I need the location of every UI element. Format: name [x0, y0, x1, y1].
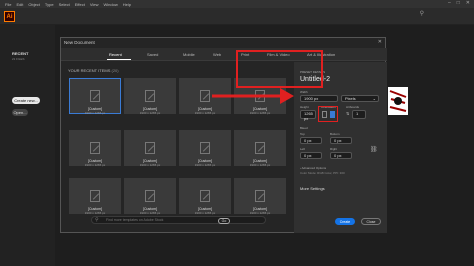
top-label: Top: [300, 132, 305, 136]
search-icon[interactable]: ⚲: [420, 10, 424, 17]
chevron-down-icon: ⌄: [372, 96, 376, 101]
minimize-icon[interactable]: –: [448, 0, 451, 6]
open-button[interactable]: Open...: [12, 109, 28, 116]
menu-window[interactable]: Window: [103, 2, 117, 7]
recent-label: RECENT: [12, 51, 29, 56]
recent-count: 21 FILES: [12, 57, 25, 61]
document-icon: [200, 142, 210, 154]
width-label: Width: [300, 90, 308, 94]
preset-card[interactable]: [Custom] 1900 x 1265 px: [69, 78, 121, 125]
document-icon: [200, 190, 210, 202]
app-bar: Ai: [0, 8, 474, 25]
recent-items-label: YOUR RECENT ITEMS: [68, 68, 111, 73]
illustrator-logo: Ai: [4, 11, 15, 22]
bleed-bottom-input[interactable]: 0 px: [330, 137, 352, 144]
preset-size: 1900 x 1265 px: [84, 211, 106, 215]
highlight-box: [236, 50, 323, 88]
window-controls: – □ ✕: [448, 0, 470, 6]
units-select[interactable]: Pixels ⌄: [341, 95, 379, 102]
bottom-label: Bottom: [330, 132, 340, 136]
color-mode-info: Color Mode: RGB Color, PPI: 300: [300, 171, 345, 175]
menu-select[interactable]: Select: [59, 2, 70, 7]
preset-size: 1900 x 1265 px: [194, 163, 216, 167]
go-button[interactable]: Go: [218, 218, 230, 224]
bleed-label: Bleed: [300, 126, 308, 130]
preset-size: 1900 x 1265 px: [249, 163, 271, 167]
close-button[interactable]: Close: [361, 218, 381, 225]
height-input[interactable]: 1265 px: [300, 110, 316, 121]
preset-card[interactable]: [Custom] 1900 x 1265 px: [69, 130, 121, 177]
preset-card[interactable]: [Custom] 1900 x 1265 px: [179, 130, 231, 177]
artboard-stepper-icon[interactable]: ⇅: [346, 111, 349, 116]
preset-size: 1900 x 1265 px: [249, 211, 271, 215]
units-value: Pixels: [345, 96, 356, 101]
menu-bar: File Edit Object Type Select Effect View…: [0, 0, 474, 8]
recent-items-heading: YOUR RECENT ITEMS (20): [68, 68, 119, 73]
artboards-input[interactable]: 1: [352, 110, 366, 119]
search-icon: ⚲: [95, 217, 99, 223]
template-search-input[interactable]: Find more templates on Adobe Stock: [91, 216, 266, 224]
menu-effect[interactable]: Effect: [75, 2, 85, 7]
dialog-title: New Document: [64, 40, 95, 45]
home-left-rail: RECENT 21 FILES Create new... Open...: [0, 25, 55, 266]
left-label: Left: [300, 147, 306, 151]
close-icon[interactable]: ✕: [378, 39, 382, 45]
more-settings-link[interactable]: More Settings: [300, 186, 325, 191]
new-document-dialog: New Document ✕ Recent Saved Mobile Web P…: [60, 37, 387, 233]
document-icon: [90, 90, 100, 102]
preset-size: 1900 x 1265 px: [139, 111, 161, 115]
maximize-icon[interactable]: □: [457, 0, 460, 6]
document-icon: [145, 190, 155, 202]
create-button[interactable]: Create: [335, 218, 355, 225]
preset-card[interactable]: [Custom] 1900 x 1265 px: [234, 130, 286, 177]
link-icon[interactable]: ⛓: [370, 146, 378, 153]
recent-items-count: (20): [111, 68, 119, 73]
preset-card[interactable]: [Custom] 1900 x 1265 px: [124, 130, 176, 177]
document-icon: [255, 142, 265, 154]
tab-mobile[interactable]: Mobile: [183, 52, 195, 57]
active-tab-indicator: [107, 59, 131, 60]
document-icon: [90, 190, 100, 202]
preset-size: 1900 x 1265 px: [194, 211, 216, 215]
bleed-top-input[interactable]: 0 px: [300, 137, 322, 144]
height-label: Height: [300, 105, 309, 109]
background-artwork-thumbnail: [388, 87, 408, 115]
preset-size: 1900 x 1265 px: [249, 111, 271, 115]
preset-size: 1900 x 1265 px: [139, 211, 161, 215]
width-input[interactable]: 1900 px: [300, 95, 338, 102]
bleed-right-input[interactable]: 0 px: [330, 152, 352, 159]
document-icon: [200, 90, 210, 102]
right-label: Right: [330, 147, 338, 151]
advanced-options-toggle[interactable]: › Advanced Options: [300, 166, 326, 170]
orientation-highlight-box: [318, 106, 338, 122]
menu-view[interactable]: View: [90, 2, 99, 7]
menu-help[interactable]: Help: [123, 2, 131, 7]
menu-object[interactable]: Object: [28, 2, 40, 7]
menu-file[interactable]: File: [5, 2, 11, 7]
tab-recent[interactable]: Recent: [109, 52, 122, 57]
create-new-button[interactable]: Create new...: [12, 97, 40, 104]
preset-size: 1900 x 1265 px: [139, 163, 161, 167]
tab-saved[interactable]: Saved: [147, 52, 158, 57]
menu-type[interactable]: Type: [45, 2, 54, 7]
close-window-icon[interactable]: ✕: [466, 0, 470, 6]
preset-size: 1900 x 1265 px: [194, 111, 216, 115]
preset-tabs: Recent Saved Mobile Web Print Film & Vid…: [61, 48, 387, 61]
preset-size: 1900 x 1265 px: [84, 163, 106, 167]
document-icon: [145, 142, 155, 154]
bleed-left-input[interactable]: 0 px: [300, 152, 322, 159]
artboards-label: Artboards: [346, 105, 360, 109]
document-icon: [255, 190, 265, 202]
preset-card[interactable]: [Custom] 1900 x 1265 px: [124, 78, 176, 125]
document-icon: [90, 142, 100, 154]
document-icon: [145, 90, 155, 102]
menu-edit[interactable]: Edit: [16, 2, 23, 7]
tab-web[interactable]: Web: [213, 52, 221, 57]
red-arrow-annotation: [212, 88, 294, 104]
preset-size: 1900 x 1265 px: [84, 111, 106, 115]
